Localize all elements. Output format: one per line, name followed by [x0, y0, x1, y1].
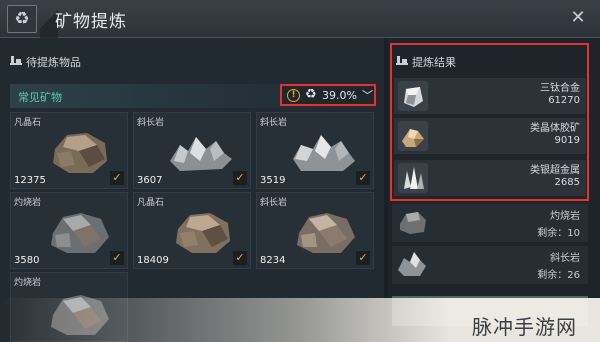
ore-name: 斜长岩 — [260, 118, 288, 128]
checkbox-checked-icon[interactable]: ✓ — [356, 171, 370, 185]
ore-count: 3519 — [260, 175, 286, 186]
ore-rock-icon — [297, 213, 355, 253]
site-watermark: 脉冲手游网 — [472, 315, 577, 339]
factory-icon — [10, 56, 22, 65]
remaining-count: 剩余：26 — [537, 270, 580, 281]
pending-section-heading: 待提炼物品 — [10, 54, 81, 70]
ore-count: 18409 — [137, 255, 169, 266]
close-icon[interactable]: ✕ — [568, 8, 588, 28]
remaining-item[interactable]: 斜长岩 剩余：26 — [392, 246, 588, 284]
checkbox-checked-icon[interactable]: ✓ — [110, 171, 124, 185]
result-name: 类银超金属 — [530, 165, 580, 176]
ore-card[interactable]: 斜长岩 8234 ✓ — [256, 192, 374, 269]
ore-card[interactable]: 斜长岩 3519 ✓ — [256, 112, 374, 189]
result-item[interactable]: 类晶体胶矿 9019 — [394, 118, 586, 154]
window-title: 矿物提炼 — [55, 12, 127, 32]
efficiency-selector[interactable]: ! ♻ 39.0% ﹀ — [280, 84, 376, 106]
ore-name: 灼烧岩 — [14, 198, 42, 208]
ore-rock-icon — [398, 252, 426, 276]
result-value: 61270 — [548, 95, 580, 106]
warning-icon[interactable]: ! — [287, 89, 300, 102]
checkbox-checked-icon[interactable]: ✓ — [233, 171, 247, 185]
ore-card[interactable]: 斜长岩 3607 ✓ — [133, 112, 251, 189]
result-value: 2685 — [554, 177, 580, 188]
ore-rock-icon — [293, 135, 355, 171]
checkbox-checked-icon[interactable]: ✓ — [233, 251, 247, 265]
ore-name: 斜长岩 — [260, 198, 288, 208]
ore-name: 凡晶石 — [137, 198, 165, 208]
ore-name: 凡晶石 — [14, 118, 42, 128]
alloy-icon — [398, 81, 428, 111]
remaining-name: 斜长岩 — [550, 253, 580, 264]
remaining-count: 剩余：10 — [537, 228, 580, 239]
ore-count: 3607 — [137, 175, 163, 186]
result-value: 9019 — [554, 135, 580, 146]
result-name: 三钛合金 — [540, 83, 580, 94]
ore-card[interactable]: 凡晶石 12375 ✓ — [10, 112, 128, 189]
checkbox-checked-icon[interactable]: ✓ — [356, 251, 370, 265]
ore-name: 灼烧岩 — [14, 278, 42, 288]
ore-rock-icon — [51, 213, 109, 253]
ore-card[interactable]: 凡晶石 18409 ✓ — [133, 192, 251, 269]
result-name: 类晶体胶矿 — [530, 123, 580, 134]
remaining-item[interactable]: 灼烧岩 剩余：10 — [392, 204, 588, 242]
window-header: ♻ 矿物提炼 ✕ — [0, 0, 600, 38]
chevron-down-icon[interactable]: ﹀ — [362, 87, 373, 103]
result-item[interactable]: 类银超金属 2685 — [394, 160, 586, 196]
recycle-small-icon: ♻ — [305, 87, 317, 102]
ore-rock-icon — [176, 213, 230, 253]
ore-rock-icon — [170, 137, 232, 171]
remaining-name: 灼烧岩 — [550, 211, 580, 222]
ore-name: 斜长岩 — [137, 118, 165, 128]
crystal-ore-icon — [398, 121, 428, 151]
ore-count: 12375 — [14, 175, 46, 186]
ore-rock-icon — [400, 212, 426, 234]
ore-count: 8234 — [260, 255, 286, 266]
metal-crystal-icon — [398, 163, 428, 193]
recycle-icon[interactable]: ♻ — [7, 5, 37, 33]
pending-title: 待提炼物品 — [26, 56, 81, 69]
ore-count: 3580 — [14, 255, 40, 266]
checkbox-checked-icon[interactable]: ✓ — [110, 251, 124, 265]
result-item[interactable]: 三钛合金 61270 — [394, 78, 586, 114]
efficiency-percent: 39.0% — [322, 89, 357, 102]
category-label: 常见矿物 — [18, 91, 62, 104]
ore-rock-icon — [53, 133, 107, 173]
ore-card[interactable]: 灼烧岩 3580 ✓ — [10, 192, 128, 269]
